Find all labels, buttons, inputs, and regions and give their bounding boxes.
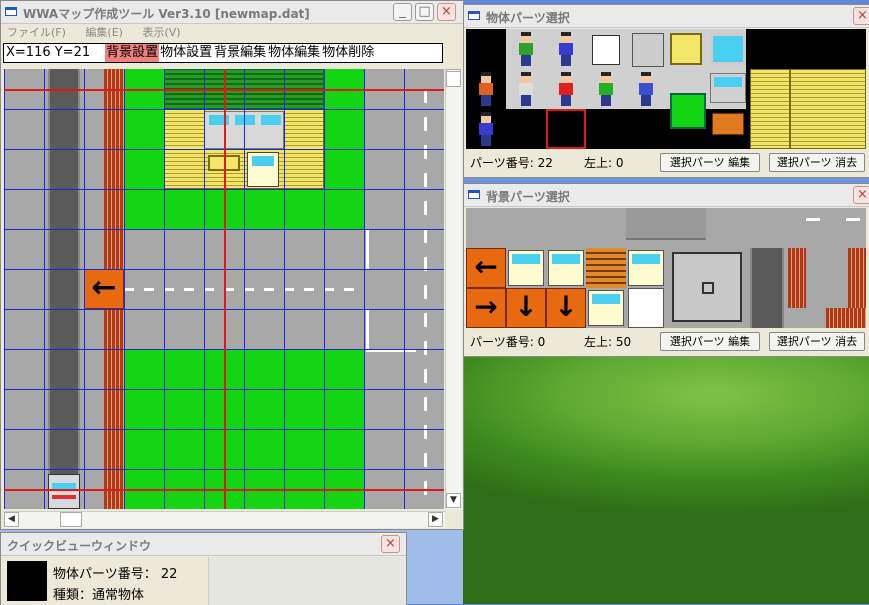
fridge-icon [628, 288, 664, 328]
floor-tile-icon [672, 252, 742, 322]
part-preview [7, 561, 47, 601]
background-edit-part-button[interactable]: 選択パーツ 編集 [660, 332, 760, 351]
horizontal-scroll-thumb[interactable] [60, 512, 82, 527]
background-parts-close-button[interactable]: × [853, 186, 869, 204]
object-edit-part-button[interactable]: 選択パーツ 編集 [660, 153, 760, 172]
background-parts-palette[interactable]: ← → ↓ ↓ [466, 208, 866, 328]
object-parts-window: 物体パーツ選択 × パーツ番号: 22 左上: 0 選択パーツ 編集 選択パーツ… [463, 4, 869, 178]
window-tile-icon [710, 33, 746, 65]
app-icon [5, 7, 17, 16]
background-part-number: パーツ番号: 0 [470, 335, 546, 349]
character-sprite [557, 72, 575, 106]
character-sprite [477, 72, 495, 106]
quickview-part-line: 物体パーツ番号： 22 [53, 567, 178, 582]
quickview-side-panel [208, 557, 404, 605]
signboard-icon [712, 113, 744, 135]
map-crosswalk-mark-1 [366, 229, 369, 269]
quickview-titlebar[interactable]: クイックビューウィンドウ × [1, 533, 406, 556]
door-tile-icon [548, 250, 584, 286]
menu-file[interactable]: ファイル(F) [7, 24, 66, 42]
maximize-button[interactable]: □ [415, 3, 434, 21]
building-part-icon [750, 69, 790, 149]
green-block-icon [670, 93, 706, 129]
map-arrow-left-tile: ← [84, 269, 124, 309]
map-marker-line-center [224, 69, 226, 509]
door-tile-icon [508, 250, 544, 286]
character-sprite [637, 72, 655, 106]
main-window: WWAマップ作成ツール Ver3.10 [newmap.dat] _ □ × フ… [0, 0, 464, 530]
door-tile-icon [588, 290, 624, 326]
map-horizontal-scrollbar[interactable]: ◀ ▶ [4, 511, 445, 528]
mode-delete-object[interactable]: 物体削除 [321, 44, 375, 62]
mode-toolbar: X=116 Y=21 背景設置 物体設置 背景編集 物体編集 物体削除 [3, 43, 443, 63]
coordinate-readout: X=116 Y=21 [6, 45, 91, 60]
background-delete-part-button[interactable]: 選択パーツ 消去 [769, 332, 865, 351]
selected-part-highlight [546, 109, 586, 149]
map-train [48, 474, 80, 509]
building-part-icon [790, 69, 866, 149]
rail-icon [750, 248, 784, 328]
map-vertical-scrollbar[interactable]: ▲ ▼ [445, 69, 462, 509]
object-delete-part-button[interactable]: 選択パーツ 消去 [769, 153, 865, 172]
character-sprite [517, 72, 535, 106]
map-brick-wall-top [104, 69, 124, 269]
arrow-left-icon: ← [466, 248, 506, 288]
locker-icon [632, 33, 664, 67]
mode-edit-object[interactable]: 物体編集 [267, 44, 321, 62]
scroll-left-icon[interactable]: ◀ [4, 512, 19, 527]
character-sprite [517, 32, 535, 66]
quickview-content: 物体パーツ番号： 22 種類：通常物体 [3, 557, 203, 605]
brick-icon [788, 248, 806, 308]
document-icon [592, 35, 620, 65]
object-parts-title: 物体パーツ選択 [486, 11, 570, 25]
map-building-door [247, 152, 279, 187]
minimize-button[interactable]: _ [393, 3, 412, 21]
object-parts-close-button[interactable]: × [853, 7, 869, 25]
arrow-down-icon: ↓ [506, 288, 546, 328]
object-parts-palette[interactable] [466, 29, 866, 149]
mode-place-object[interactable]: 物体設置 [159, 44, 213, 62]
quickview-window: クイックビューウィンドウ × 物体パーツ番号： 22 種類：通常物体 [0, 532, 407, 605]
scroll-right-icon[interactable]: ▶ [428, 512, 443, 527]
arrow-down-icon: ↓ [546, 288, 586, 328]
menu-view[interactable]: 表示(V) [142, 24, 180, 42]
mode-place-background[interactable]: 背景設置 [105, 44, 160, 62]
shop-front-icon [710, 73, 746, 103]
background-parts-titlebar[interactable]: 背景パーツ選択 × [464, 184, 869, 207]
main-window-title: WWAマップ作成ツール Ver3.10 [newmap.dat] [23, 7, 310, 21]
map-canvas[interactable]: ← [4, 69, 444, 509]
stairs-icon [586, 248, 626, 288]
menu-edit[interactable]: 編集(E) [85, 24, 123, 42]
main-window-titlebar[interactable]: WWAマップ作成ツール Ver3.10 [newmap.dat] _ □ × [1, 1, 463, 24]
background-parts-title: 背景パーツ選択 [486, 190, 570, 204]
map-right-line [424, 89, 427, 509]
character-sprite [557, 32, 575, 66]
quickview-close-button[interactable]: × [381, 535, 400, 553]
object-part-number: パーツ番号: 22 [470, 156, 553, 170]
arrow-right-icon: → [466, 288, 506, 328]
window-icon [468, 190, 480, 199]
close-button[interactable]: × [437, 3, 456, 21]
quickview-type-line: 種類：通常物体 [53, 588, 145, 603]
character-sprite [597, 72, 615, 106]
brick-icon [826, 308, 866, 328]
mode-edit-background[interactable]: 背景編集 [213, 44, 267, 62]
vertical-scroll-thumb[interactable] [446, 71, 461, 87]
window-icon [468, 11, 480, 20]
object-top-left: 左上: 0 [584, 156, 624, 170]
door-tile-icon [628, 250, 664, 286]
map-crosswalk-mark-2 [366, 309, 369, 349]
object-parts-titlebar[interactable]: 物体パーツ選択 × [464, 5, 869, 28]
desktop-wallpaper-hill [463, 355, 869, 604]
map-brick-wall-bottom [104, 309, 124, 509]
map-railway [48, 69, 80, 509]
background-parts-window: 背景パーツ選択 × ← → ↓ ↓ パーツ番号: 0 左上: 50 選択パーツ … [463, 183, 869, 357]
quickview-title: クイックビューウィンドウ [7, 539, 152, 553]
background-top-left: 左上: 50 [584, 335, 632, 349]
character-sprite [477, 112, 495, 146]
scroll-down-icon[interactable]: ▼ [446, 493, 461, 508]
door-panel-icon [670, 33, 702, 65]
menu-bar: ファイル(F) 編集(E) 表示(V) [1, 24, 463, 42]
